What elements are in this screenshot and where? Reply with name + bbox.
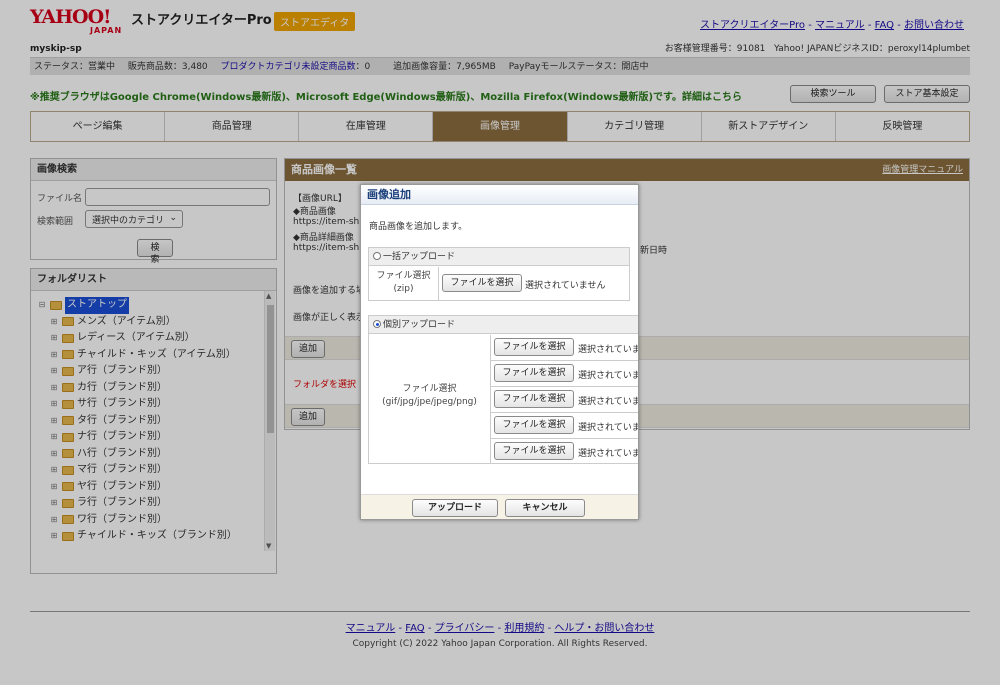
no-file-text-1: 選択されていま [578, 345, 639, 355]
bulk-upload-header[interactable]: 一括アップロード [369, 248, 629, 266]
bulk-upload-radio[interactable] [373, 252, 381, 260]
bulk-upload-label: 一括アップロード [383, 252, 456, 262]
choose-file-button-1[interactable]: ファイルを選択 [494, 338, 574, 356]
single-upload-label: 個別アップロード [383, 320, 456, 330]
no-file-text-3: 選択されていま [578, 397, 639, 407]
choose-file-button-2[interactable]: ファイルを選択 [494, 364, 574, 382]
row-divider [490, 360, 638, 361]
zip-file-label: ファイル選択 (zip) [369, 267, 439, 300]
choose-file-button-4[interactable]: ファイルを選択 [494, 416, 574, 434]
row-divider [490, 386, 638, 387]
zip-label-line1: ファイル選択 [376, 271, 431, 281]
image-add-dialog: 画像追加 商品画像を追加します。 一括アップロード ファイル選択 (zip) フ… [360, 184, 639, 520]
no-file-text-2: 選択されていま [578, 371, 639, 381]
choose-file-button-3[interactable]: ファイルを選択 [494, 390, 574, 408]
zip-no-file-text: 選択されていません [525, 281, 606, 291]
image-file-label: ファイル選択 (gif/jpg/jpe/jpeg/png) [369, 335, 491, 463]
no-file-text-4: 選択されていま [578, 423, 639, 433]
row-divider [490, 412, 638, 413]
single-upload-section: 個別アップロード ファイル選択 (gif/jpg/jpe/jpeg/png) フ… [368, 315, 639, 464]
cancel-button[interactable]: キャンセル [505, 499, 585, 517]
upload-button[interactable]: アップロード [412, 499, 498, 517]
image-label-line2: (gif/jpg/jpe/jpeg/png) [382, 397, 477, 407]
dialog-title: 画像追加 [361, 185, 638, 205]
bulk-upload-section: 一括アップロード ファイル選択 (zip) ファイルを選択 選択されていません [368, 247, 630, 301]
zip-choose-file-button[interactable]: ファイルを選択 [442, 274, 522, 292]
zip-label-line2: (zip) [393, 284, 414, 294]
no-file-text-5: 選択されていま [578, 449, 639, 459]
single-upload-radio[interactable] [373, 320, 381, 328]
row-divider [490, 438, 638, 439]
single-upload-header[interactable]: 個別アップロード [369, 316, 638, 334]
dialog-footer: アップロード キャンセル [361, 494, 638, 519]
dialog-description: 商品画像を追加します。 [369, 222, 468, 232]
choose-file-button-5[interactable]: ファイルを選択 [494, 442, 574, 460]
image-label-line1: ファイル選択 [402, 384, 457, 394]
